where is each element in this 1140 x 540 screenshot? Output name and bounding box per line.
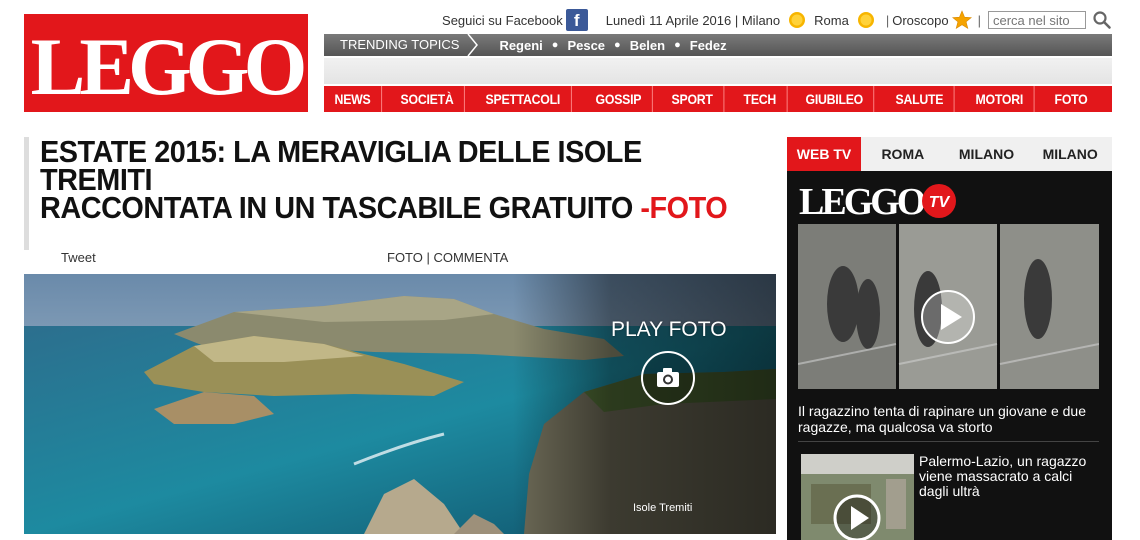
nav-item-spettacoli[interactable]: SPETTACOLI [475, 86, 572, 112]
chevron-right-icon [467, 34, 479, 56]
tv-badge: TV [929, 194, 951, 211]
logo-text: LEGGO [31, 21, 304, 112]
camera-icon[interactable] [641, 351, 695, 405]
article-accent-bar [24, 137, 29, 250]
search-icon[interactable] [1092, 10, 1112, 30]
web-tv-panel: LEGGO TV Il ragazzino tenta di rapinare … [787, 171, 1112, 540]
nav-item-foto[interactable]: FOTO [1044, 86, 1098, 112]
trending-topic-link[interactable]: Pesce [567, 38, 605, 53]
nav-item-giubileo[interactable]: GIUBILEO [795, 86, 875, 112]
facebook-icon[interactable]: f [565, 9, 588, 31]
sun-icon [857, 12, 874, 28]
follow-facebook-link[interactable]: Seguici su Facebook [442, 13, 563, 28]
video-title-link[interactable]: Il ragazzino tenta di rapinare un giovan… [798, 403, 1103, 435]
tab-milano-2[interactable]: MILANO [1028, 137, 1112, 171]
tab-milano[interactable]: MILANO [945, 137, 1029, 171]
trending-topic-link[interactable]: Fedez [690, 38, 727, 53]
roma-weather-link[interactable]: Roma [814, 13, 849, 28]
separator: | [885, 12, 890, 28]
headline-line-3: RACCONTATA IN UN TASCABILE GRATUITO [40, 190, 633, 225]
dot-separator: ● [551, 39, 559, 51]
dot-separator: ● [674, 39, 681, 51]
main-navigation: NEWS SOCIETÀ SPETTACOLI GOSSIP SPORT TEC… [324, 86, 1112, 112]
trending-topics-list: Regeni ● Pesce ● Belen ● Fedez [499, 38, 726, 53]
trending-topic-link[interactable]: Regeni [499, 38, 542, 53]
header-spacer-bar [324, 58, 1112, 84]
foto-commenta-links[interactable]: FOTO | COMMENTA [387, 250, 508, 265]
tv-logo-text: LEGGO [799, 181, 925, 221]
nav-item-salute[interactable]: SALUTE [885, 86, 956, 112]
tab-roma[interactable]: ROMA [861, 137, 945, 171]
date-city-text: Lunedì 11 Aprile 2016 | Milano [605, 12, 781, 28]
article-headline[interactable]: ESTATE 2015: LA MERAVIGLIA DELLE ISOLE T… [40, 136, 728, 225]
image-caption: Isole Tremiti [633, 502, 693, 514]
leggo-tv-logo[interactable]: LEGGO TV [797, 179, 957, 221]
video-thumbnail-2[interactable] [801, 454, 914, 540]
site-logo[interactable]: LEGGO [24, 14, 308, 112]
nav-item-tech[interactable]: TECH [733, 86, 788, 112]
search-input[interactable] [988, 11, 1086, 29]
divider [798, 441, 1099, 442]
nav-item-news[interactable]: NEWS [324, 86, 382, 112]
nav-item-motori[interactable]: MOTORI [965, 86, 1035, 112]
video-thumbnail[interactable] [798, 224, 1099, 389]
play-foto-label[interactable]: PLAY FOTO [611, 318, 727, 342]
tab-web-tv[interactable]: WEB TV [787, 137, 861, 171]
tweet-button[interactable]: Tweet [61, 250, 96, 265]
nav-item-sport[interactable]: SPORT [661, 86, 725, 112]
nav-item-societa[interactable]: SOCIETÀ [390, 86, 465, 112]
sidebar-tabs: WEB TV ROMA MILANO MILANO [787, 137, 1112, 171]
trending-label: TRENDING TOPICS [324, 34, 479, 56]
trending-topics-bar: TRENDING TOPICS Regeni ● Pesce ● Belen ●… [324, 34, 1112, 56]
trending-label-text: TRENDING TOPICS [340, 37, 460, 52]
nav-item-gossip[interactable]: GOSSIP [585, 86, 653, 112]
separator: | [977, 12, 981, 28]
headline-foto-suffix: -FOTO [640, 190, 728, 225]
dot-separator: ● [614, 39, 621, 51]
oroscopo-link[interactable]: Oroscopo [892, 13, 948, 28]
top-utility-bar: Seguici su Facebook f Lunedì 11 Aprile 2… [324, 9, 1112, 31]
video-title-link-2[interactable]: Palermo-Lazio, un ragazzo viene massacra… [919, 454, 1104, 499]
trending-topic-link[interactable]: Belen [630, 38, 665, 53]
sun-icon [789, 12, 806, 28]
star-icon [951, 10, 972, 30]
